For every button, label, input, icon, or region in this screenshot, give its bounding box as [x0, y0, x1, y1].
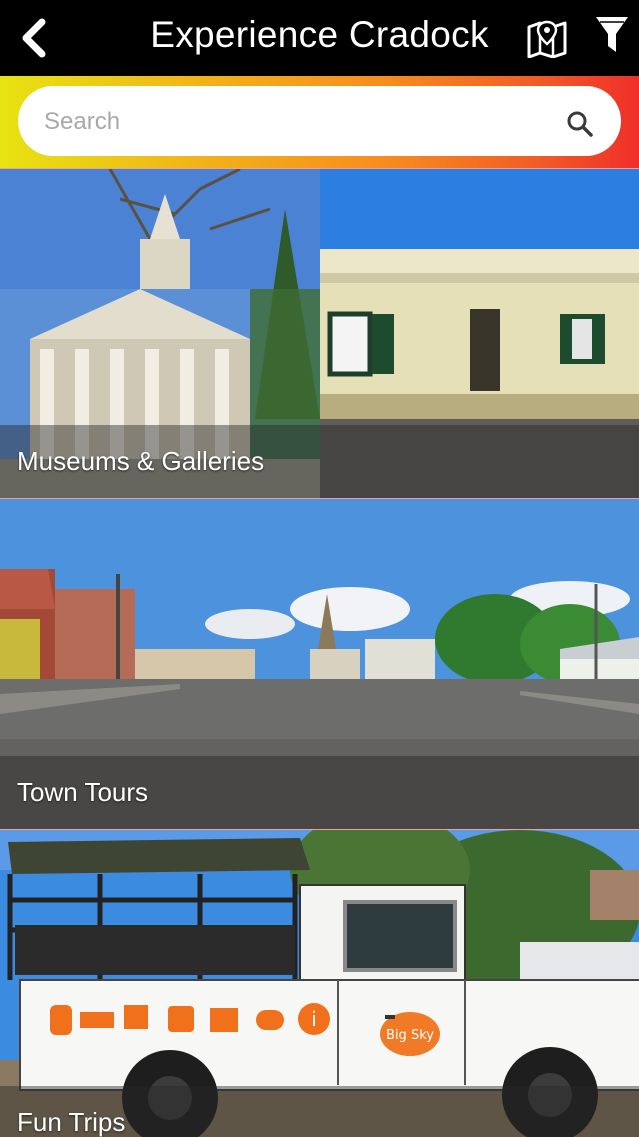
- filter-icon: [596, 17, 628, 52]
- search-icon[interactable]: [566, 110, 594, 138]
- app-header: Experience Cradock: [0, 0, 639, 76]
- map-button[interactable]: [526, 18, 568, 59]
- category-tile-fun-trips[interactable]: i Big Sky Fun Trips: [0, 829, 639, 1137]
- category-tile-museums[interactable]: Museums & Galleries: [0, 168, 639, 499]
- filter-button[interactable]: [594, 14, 630, 56]
- category-label: Museums & Galleries: [17, 446, 265, 476]
- category-tile-town-tours[interactable]: Town Tours: [0, 498, 639, 830]
- search-input[interactable]: [42, 102, 546, 142]
- map-pin-icon: [527, 20, 567, 59]
- category-label: Town Tours: [17, 777, 149, 807]
- svg-text:i: i: [311, 1007, 317, 1031]
- category-label: Fun Trips: [17, 1107, 126, 1137]
- search-field: [18, 86, 621, 156]
- search-bar: [0, 76, 639, 168]
- vehicle-logo-text: Big Sky: [386, 1028, 434, 1043]
